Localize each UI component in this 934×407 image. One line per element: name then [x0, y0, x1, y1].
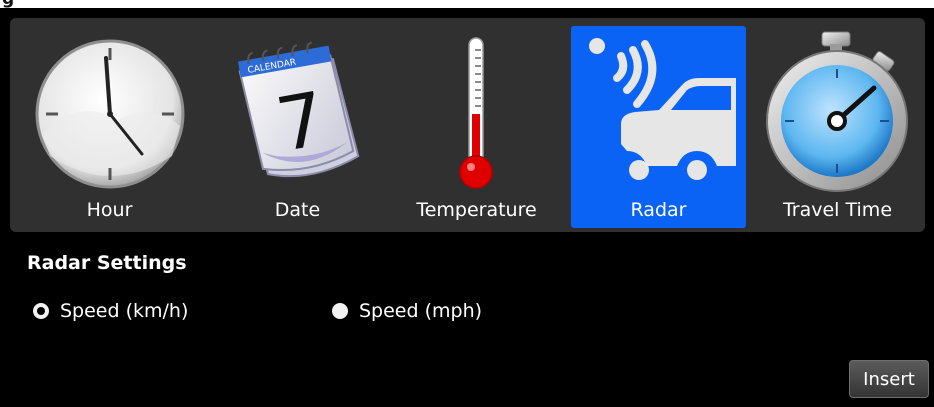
- tool-temperature[interactable]: Temperature: [389, 26, 564, 228]
- tool-hour-label: Hour: [86, 199, 133, 221]
- radar-settings-title: Radar Settings: [27, 252, 187, 274]
- stopwatch-icon: [766, 31, 908, 192]
- insert-button[interactable]: Insert: [849, 360, 929, 398]
- tool-radar-label: Radar: [630, 199, 687, 221]
- thermometer-icon: [459, 37, 493, 189]
- window-title: g: [2, 0, 14, 9]
- radio-speed-mph[interactable]: Speed (mph): [332, 300, 482, 322]
- tool-radar[interactable]: Radar: [571, 26, 746, 228]
- radio-indicator-unchecked[interactable]: [332, 303, 348, 319]
- radio-indicator-checked[interactable]: [33, 303, 49, 319]
- tool-date-label: Date: [274, 199, 321, 221]
- radio-speed-mph-label: Speed (mph): [359, 300, 483, 322]
- radio-speed-kmh-label: Speed (km/h): [60, 300, 189, 322]
- top-band: g: [0, 0, 934, 9]
- tool-date[interactable]: CALENDAR 7 Date: [210, 26, 385, 228]
- toolbar: Hour CALENDAR 7 Date Temperature Radar T…: [10, 18, 925, 232]
- tool-travel-time-label: Travel Time: [782, 199, 893, 221]
- tool-temperature-label: Temperature: [416, 199, 537, 221]
- radio-speed-kmh[interactable]: Speed (km/h): [33, 300, 188, 322]
- tool-hour[interactable]: Hour: [22, 26, 197, 228]
- clock-icon: [35, 39, 185, 189]
- radar-car-icon: [589, 38, 736, 180]
- calendar-icon: CALENDAR 7: [237, 41, 360, 178]
- tool-travel-time[interactable]: Travel Time: [750, 26, 925, 228]
